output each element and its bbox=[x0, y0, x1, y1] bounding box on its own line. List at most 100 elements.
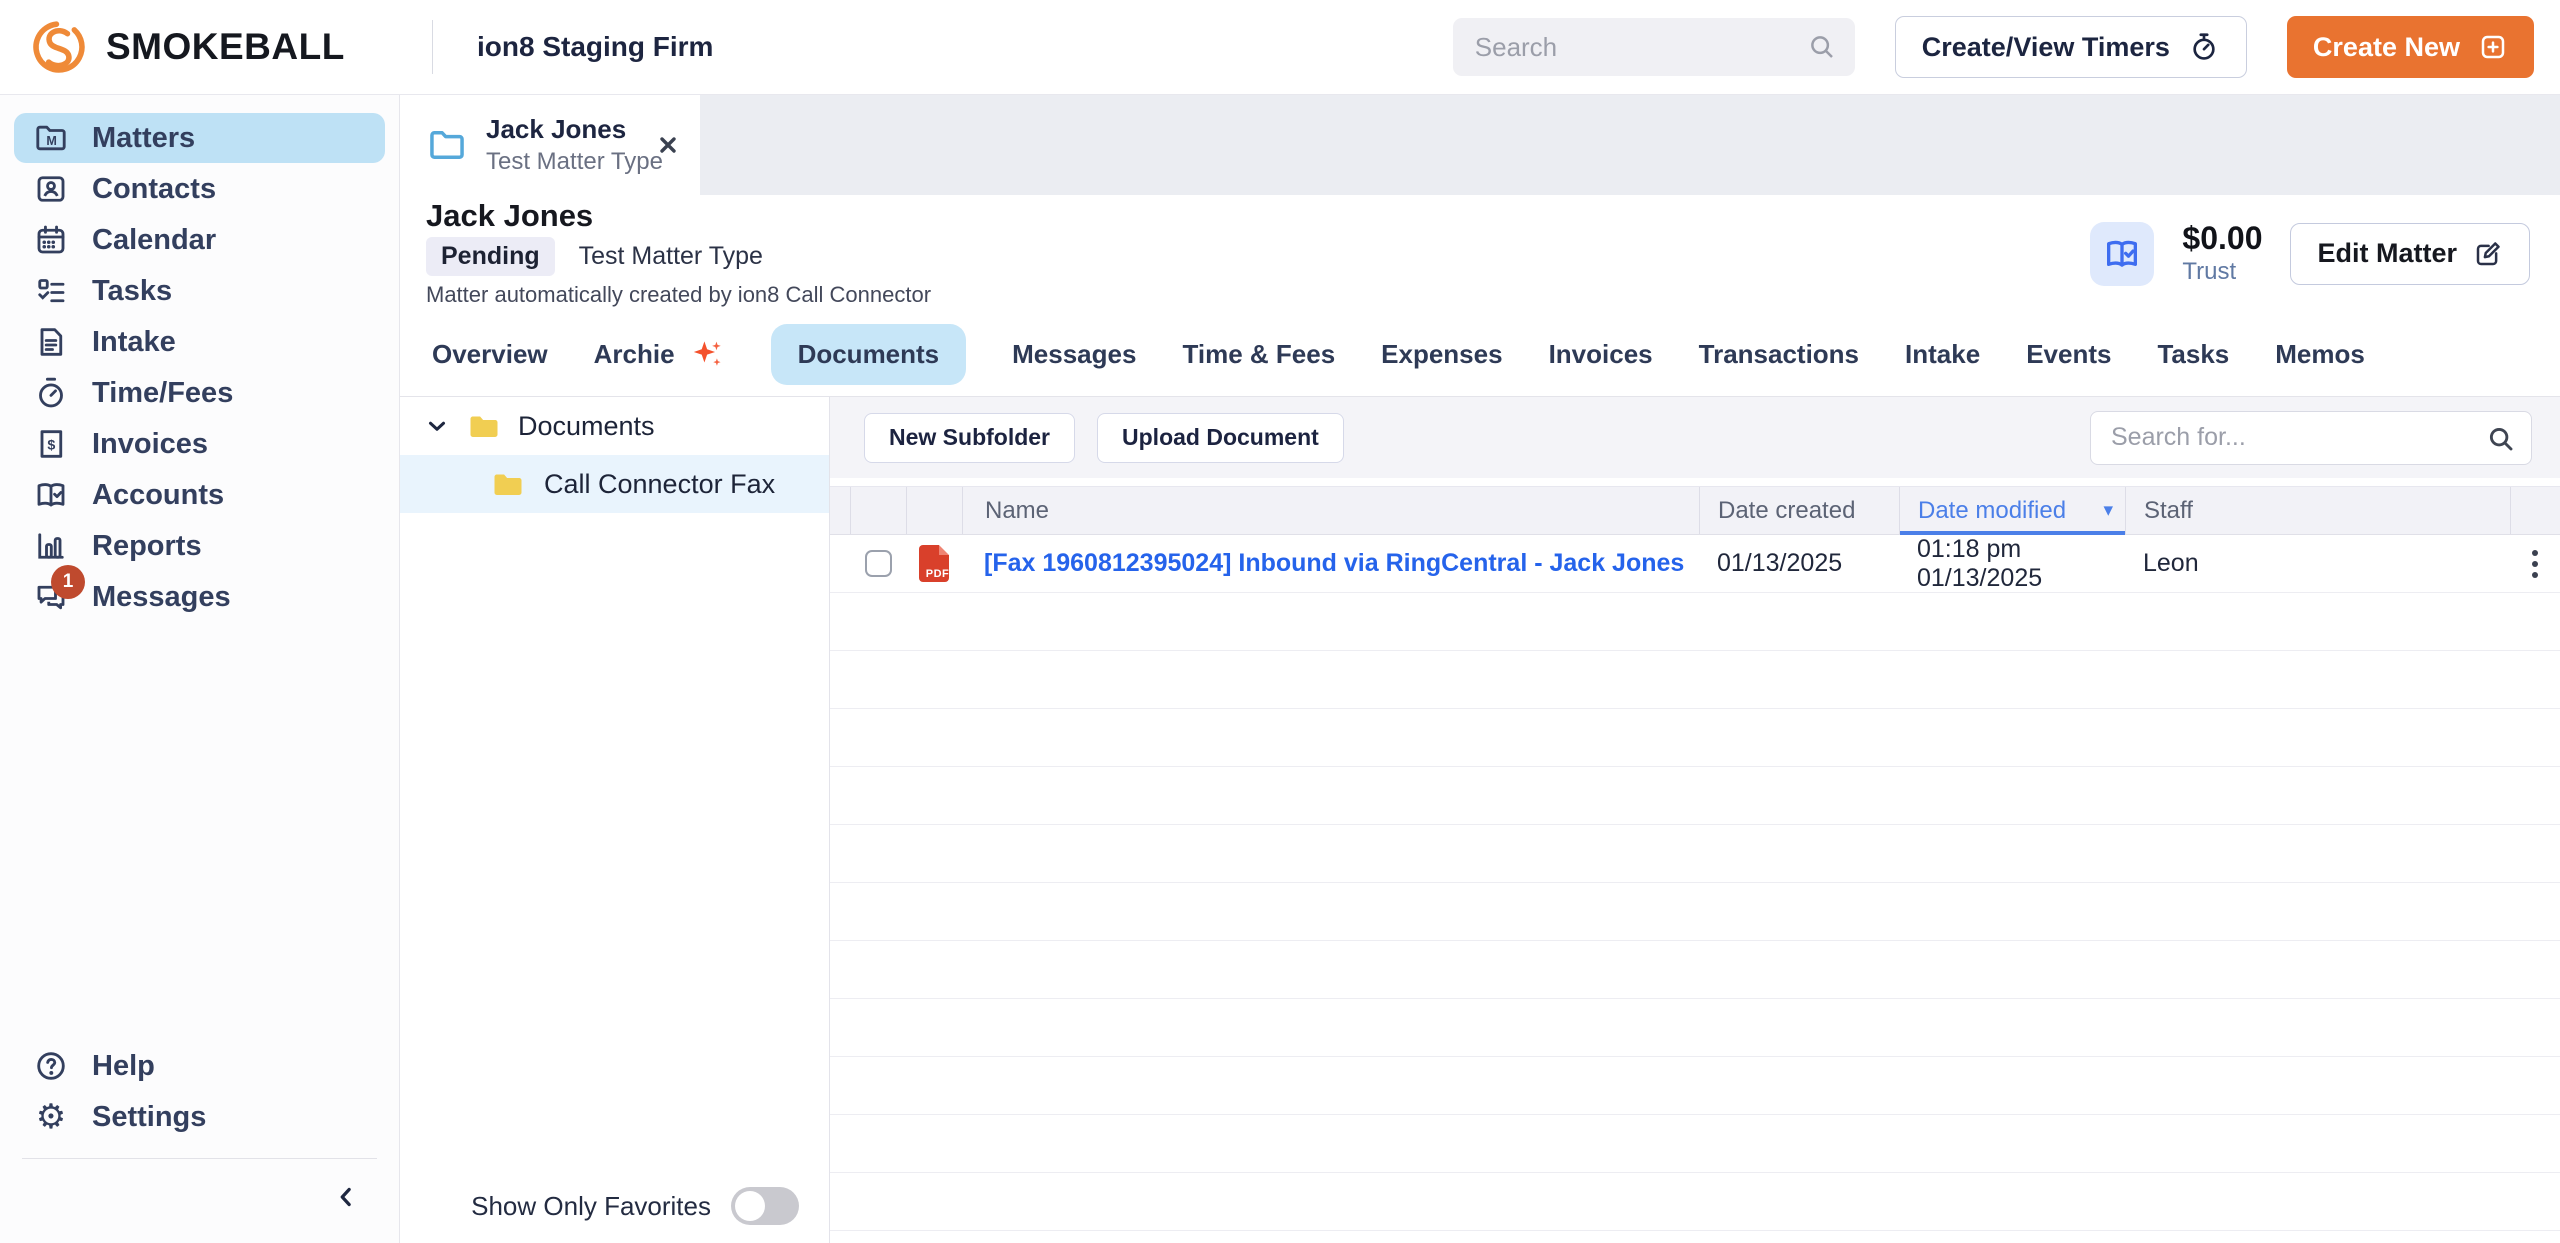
invoice-icon: $ bbox=[32, 425, 70, 463]
edit-matter-button[interactable]: Edit Matter bbox=[2290, 223, 2530, 285]
column-header-date-modified[interactable]: Date modified ▾ bbox=[1899, 487, 2125, 534]
stopwatch-icon bbox=[32, 374, 70, 412]
folder-yellow-icon bbox=[466, 408, 502, 444]
tab-archie[interactable]: Archie bbox=[594, 335, 725, 373]
sidebar-item-invoices[interactable]: $ Invoices bbox=[14, 419, 385, 469]
table-row: PDF [Fax 1960812395024] Inbound via Ring… bbox=[830, 535, 2560, 593]
contact-card-icon bbox=[32, 170, 70, 208]
create-new-label: Create New bbox=[2313, 32, 2460, 63]
sidebar-item-accounts[interactable]: Accounts bbox=[14, 470, 385, 520]
matter-tab[interactable]: Jack Jones Test Matter Type bbox=[400, 95, 700, 195]
empty-row bbox=[830, 883, 2560, 941]
tab-label: Invoices bbox=[1549, 339, 1653, 370]
column-header-name[interactable]: Name bbox=[962, 487, 1699, 534]
sidebar-item-help[interactable]: Help bbox=[14, 1041, 385, 1091]
favorites-toggle-label: Show Only Favorites bbox=[471, 1191, 711, 1222]
documents-search-input[interactable] bbox=[2090, 411, 2532, 465]
empty-row bbox=[830, 999, 2560, 1057]
tab-label: Archie bbox=[594, 339, 675, 370]
sidebar-item-label: Settings bbox=[92, 1101, 206, 1134]
tab-memos[interactable]: Memos bbox=[2275, 339, 2365, 370]
cell-date-modified: 01:18 pm 01/13/2025 bbox=[1899, 535, 2125, 593]
new-subfolder-button[interactable]: New Subfolder bbox=[864, 413, 1075, 463]
top-bar: SMOKEBALL ion8 Staging Firm Create/View … bbox=[0, 0, 2560, 95]
upload-document-button[interactable]: Upload Document bbox=[1097, 413, 1344, 463]
tab-messages[interactable]: Messages bbox=[1012, 339, 1136, 370]
sidebar-item-label: Matters bbox=[92, 122, 195, 155]
create-new-button[interactable]: Create New bbox=[2287, 16, 2534, 78]
sparkle-icon bbox=[687, 335, 725, 373]
sidebar-item-matters[interactable]: M Matters bbox=[14, 113, 385, 163]
table-header: Name Date created Date modified ▾ Staff bbox=[830, 486, 2560, 535]
tab-label: Events bbox=[2026, 339, 2111, 370]
column-header-date-created[interactable]: Date created bbox=[1699, 487, 1899, 534]
row-checkbox[interactable] bbox=[865, 550, 892, 577]
matter-header: Jack Jones Pending Test Matter Type Matt… bbox=[400, 195, 2560, 312]
matters-folder-icon: M bbox=[32, 119, 70, 157]
empty-row bbox=[830, 593, 2560, 651]
sidebar-item-settings[interactable]: ⚙ Settings bbox=[14, 1092, 385, 1142]
row-actions-kebab-icon[interactable] bbox=[2526, 544, 2544, 584]
matter-tab-title: Jack Jones bbox=[486, 114, 638, 145]
sidebar-item-time-fees[interactable]: Time/Fees bbox=[14, 368, 385, 418]
empty-row bbox=[830, 1231, 2560, 1243]
edit-matter-label: Edit Matter bbox=[2317, 238, 2457, 269]
empty-row bbox=[830, 1173, 2560, 1231]
tab-label: Expenses bbox=[1381, 339, 1502, 370]
tab-events[interactable]: Events bbox=[2026, 339, 2111, 370]
plus-square-icon bbox=[2478, 32, 2508, 62]
column-header-staff[interactable]: Staff bbox=[2125, 487, 2510, 534]
cell-staff: Leon bbox=[2125, 549, 2510, 578]
tab-intake[interactable]: Intake bbox=[1905, 339, 1980, 370]
tab-transactions[interactable]: Transactions bbox=[1699, 339, 1859, 370]
messages-unread-badge: 1 bbox=[51, 565, 85, 599]
sidebar-item-label: Tasks bbox=[92, 275, 172, 308]
documents-toolbar: New Subfolder Upload Document bbox=[830, 397, 2560, 478]
empty-row bbox=[830, 651, 2560, 709]
tab-label: Memos bbox=[2275, 339, 2365, 370]
show-only-favorites-toggle[interactable] bbox=[731, 1187, 799, 1225]
documents-table: Name Date created Date modified ▾ Staff bbox=[830, 478, 2560, 1243]
sidebar-item-tasks[interactable]: Tasks bbox=[14, 266, 385, 316]
sidebar-item-label: Intake bbox=[92, 326, 176, 359]
sidebar-item-label: Help bbox=[92, 1050, 155, 1083]
calendar-icon bbox=[32, 221, 70, 259]
sidebar-item-label: Accounts bbox=[92, 479, 224, 512]
tab-expenses[interactable]: Expenses bbox=[1381, 339, 1502, 370]
sidebar-item-contacts[interactable]: Contacts bbox=[14, 164, 385, 214]
topbar-divider bbox=[432, 20, 433, 74]
chevron-down-icon[interactable] bbox=[424, 413, 450, 439]
tree-item-documents[interactable]: Documents bbox=[400, 397, 829, 455]
sidebar-item-intake[interactable]: Intake bbox=[14, 317, 385, 367]
header-menu-column bbox=[2510, 487, 2560, 534]
tab-overview[interactable]: Overview bbox=[432, 339, 548, 370]
sidebar-item-label: Reports bbox=[92, 530, 202, 563]
tab-time-fees[interactable]: Time & Fees bbox=[1182, 339, 1335, 370]
pdf-label: PDF bbox=[922, 568, 953, 580]
timers-button-label: Create/View Timers bbox=[1922, 32, 2170, 63]
sidebar-footer: Help ⚙ Settings bbox=[0, 1041, 399, 1243]
matter-name: Jack Jones bbox=[426, 200, 931, 231]
global-search-input[interactable] bbox=[1453, 18, 1855, 76]
tab-tasks[interactable]: Tasks bbox=[2157, 339, 2229, 370]
sidebar-item-messages[interactable]: 1 Messages bbox=[14, 572, 385, 622]
document-link[interactable]: [Fax 1960812395024] Inbound via RingCent… bbox=[984, 549, 1684, 578]
sidebar-item-label: Time/Fees bbox=[92, 377, 233, 410]
folder-icon bbox=[426, 124, 468, 166]
empty-row bbox=[830, 709, 2560, 767]
tree-item-call-connector-fax[interactable]: Call Connector Fax bbox=[400, 455, 829, 513]
svg-text:$: $ bbox=[47, 438, 55, 454]
collapse-sidebar-chevron[interactable] bbox=[331, 1182, 361, 1212]
create-view-timers-button[interactable]: Create/View Timers bbox=[1895, 16, 2247, 78]
sidebar-item-label: Messages bbox=[92, 581, 231, 614]
tab-documents[interactable]: Documents bbox=[771, 324, 967, 385]
tab-label: Intake bbox=[1905, 339, 1980, 370]
matter-tab-subtitle: Test Matter Type bbox=[486, 148, 638, 176]
sidebar-item-calendar[interactable]: Calendar bbox=[14, 215, 385, 265]
empty-row bbox=[830, 1057, 2560, 1115]
tab-invoices[interactable]: Invoices bbox=[1549, 339, 1653, 370]
trust-amount: $0.00 bbox=[2182, 221, 2262, 256]
sidebar-item-reports[interactable]: Reports bbox=[14, 521, 385, 571]
trust-label: Trust bbox=[2182, 258, 2262, 286]
close-tab-icon[interactable] bbox=[656, 133, 680, 157]
